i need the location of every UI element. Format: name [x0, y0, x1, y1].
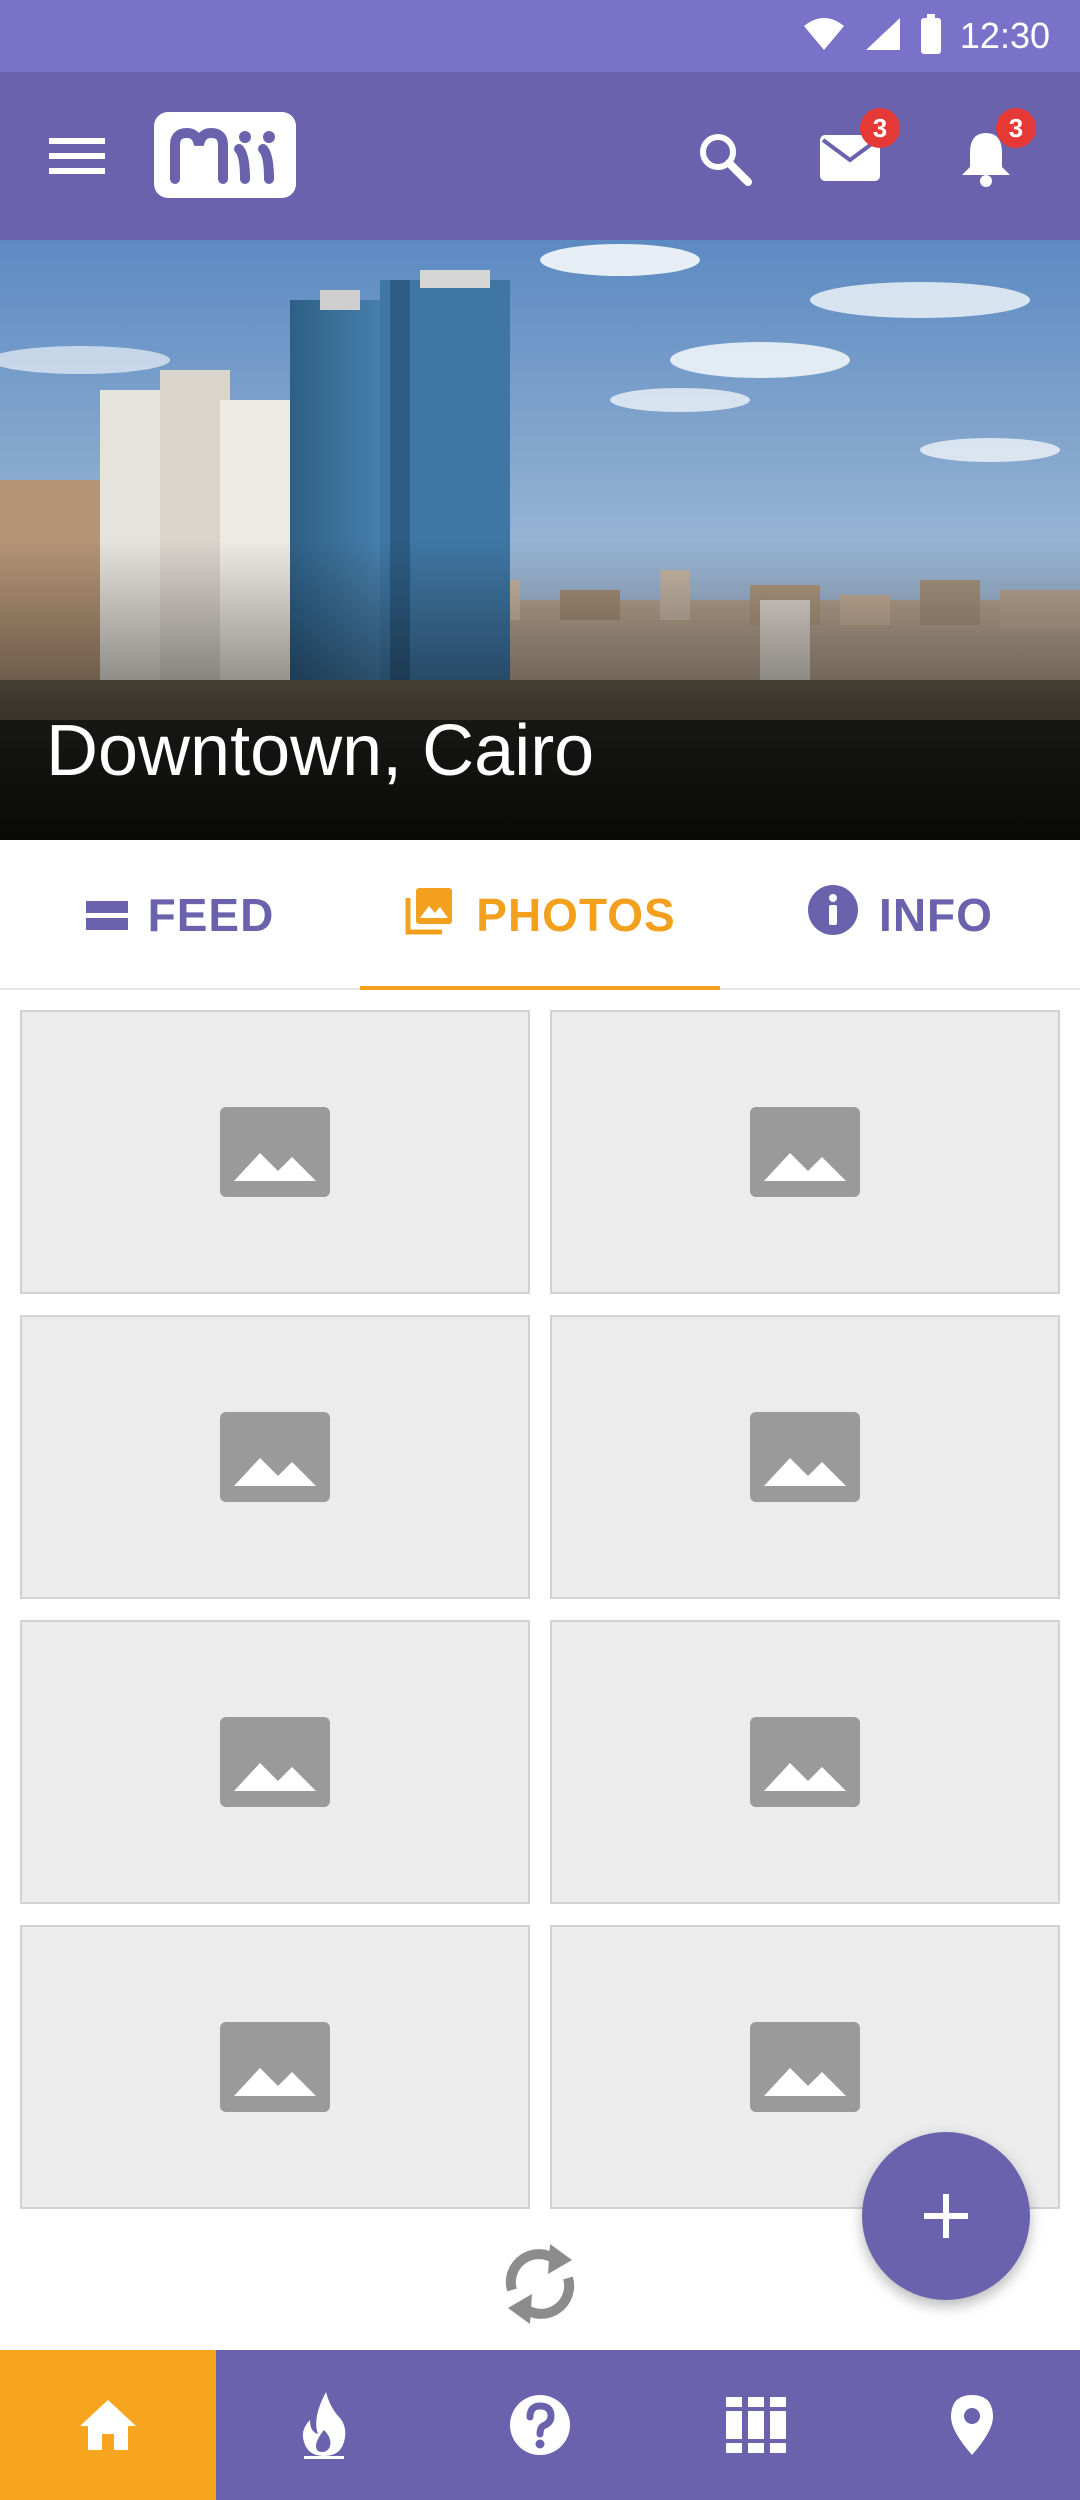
hero-image: Downtown, Cairo [0, 240, 1080, 840]
signal-icon [864, 16, 902, 57]
photo-tile[interactable] [20, 1620, 530, 1904]
library-icon [726, 2397, 786, 2453]
status-icons: 12:30 [802, 0, 1050, 72]
image-placeholder-icon [220, 1412, 330, 1502]
image-placeholder-icon [750, 2022, 860, 2112]
wifi-icon [802, 16, 846, 57]
feed-icon [85, 888, 128, 942]
bell-badge: 3 [996, 108, 1036, 148]
plus-icon [924, 2194, 968, 2238]
mail-icon[interactable]: 3 [812, 108, 900, 196]
image-placeholder-icon [220, 2022, 330, 2112]
image-placeholder-icon [750, 1412, 860, 1502]
search-icon[interactable] [686, 120, 762, 196]
nav-library[interactable] [648, 2350, 864, 2500]
tab-feed[interactable]: FEED [0, 840, 360, 990]
photo-tile[interactable] [20, 1315, 530, 1599]
tab-bar: FEED PHOTOS INFO [0, 840, 1080, 990]
tab-feed-label: FEED [147, 889, 275, 941]
refresh-icon[interactable] [496, 2226, 584, 2342]
mii-logo-icon [170, 127, 275, 184]
nav-trending[interactable] [216, 2350, 432, 2500]
photo-tile[interactable] [20, 1925, 530, 2209]
app-bar: 3 3 [0, 72, 1080, 240]
tab-photos[interactable]: PHOTOS [360, 840, 720, 990]
image-placeholder-icon [750, 1107, 860, 1197]
photo-tile[interactable] [550, 1010, 1060, 1294]
nav-help[interactable] [432, 2350, 648, 2500]
home-icon [80, 2400, 136, 2450]
image-placeholder-icon [220, 1107, 330, 1197]
photo-tile[interactable] [550, 1620, 1060, 1904]
nav-home[interactable] [0, 2350, 216, 2500]
location-pin-icon [951, 2395, 993, 2455]
nav-location[interactable] [864, 2350, 1080, 2500]
photos-icon [404, 884, 456, 947]
hero-title: Downtown, Cairo [46, 711, 595, 791]
bottom-nav [0, 2350, 1080, 2500]
image-placeholder-icon [220, 1717, 330, 1807]
bell-icon[interactable]: 3 [948, 108, 1036, 196]
tab-photos-label: PHOTOS [476, 889, 676, 941]
status-bar: 12:30 [0, 0, 1080, 72]
app-logo[interactable] [154, 112, 296, 198]
mail-badge: 3 [860, 108, 900, 148]
tab-info[interactable]: INFO [720, 840, 1080, 990]
status-time: 12:30 [959, 15, 1050, 56]
battery-icon [920, 13, 942, 59]
question-icon [510, 2395, 570, 2455]
flame-icon [302, 2392, 346, 2459]
image-placeholder-icon [750, 1717, 860, 1807]
photo-tile[interactable] [20, 1010, 530, 1294]
hamburger-menu-icon[interactable] [38, 124, 116, 188]
active-tab-indicator [360, 986, 720, 990]
photo-tile[interactable] [550, 1315, 1060, 1599]
info-icon [807, 884, 859, 947]
add-button[interactable] [862, 2132, 1030, 2300]
tab-info-label: INFO [879, 889, 993, 941]
